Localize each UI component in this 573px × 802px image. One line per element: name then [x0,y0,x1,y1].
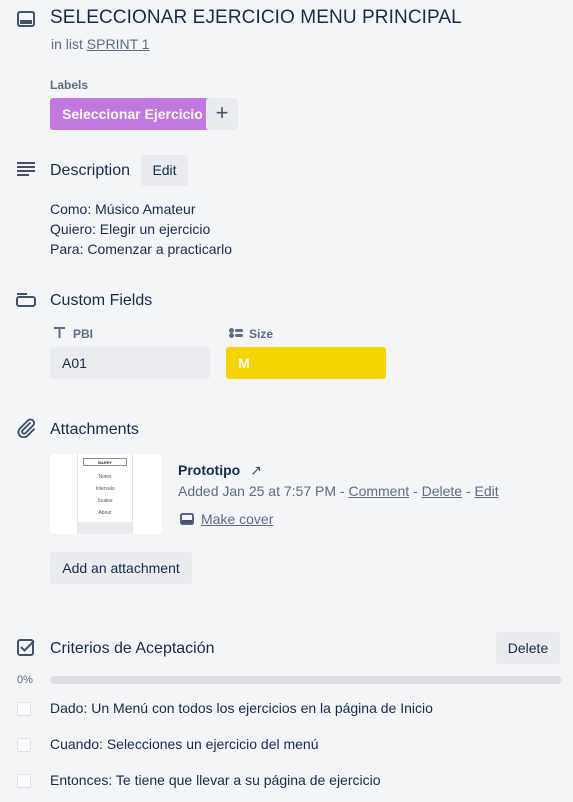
dropdown-field-icon [229,328,243,338]
labels-heading: Labels [50,78,89,92]
field-label-size: Size [249,327,274,341]
add-label-button[interactable]: + [206,98,238,130]
paperclip-icon [16,418,36,438]
thumbnail-header: BARRY [83,458,127,466]
meta-separator: - [413,483,418,499]
description-title: Description [50,162,131,179]
thumbnail-menu-item: About [98,510,112,516]
checklist-delete-button[interactable]: Delete [496,632,560,664]
field-value-size[interactable]: M [226,347,386,379]
label-chip-seleccionar-ejercicio[interactable]: Seleccionar Ejercicio [50,98,215,130]
description-edit-button[interactable]: Edit [141,155,188,186]
checklist-title: Criterios de Aceptación [50,640,215,657]
field-value-pbi[interactable]: A01 [50,347,210,379]
custom-fields-title: Custom Fields [50,292,153,309]
checklist-item-checkbox[interactable] [17,738,31,752]
thumbnail-footer [78,522,132,534]
make-cover-link[interactable]: Make cover [201,511,273,527]
in-list-prefix: in list [51,36,83,52]
attachment-name-text[interactable]: Prototipo [178,462,240,478]
card-icon [17,11,35,27]
thumbnail-menu-item: Intervals [95,486,115,492]
attachment-edit-link[interactable]: Edit [475,483,499,499]
attachment-delete-link[interactable]: Delete [422,483,462,499]
card-title[interactable]: SELECCIONAR EJERCICIO MENU PRINCIPAL [50,7,462,29]
checklist-progress-percent: 0% [17,674,33,686]
cover-icon[interactable] [180,513,194,525]
checklist-progress-bar [50,676,562,684]
field-label-pbi: PBI [73,327,94,341]
attachment-comment-link[interactable]: Comment [348,483,409,499]
text-field-icon [54,327,65,338]
attachment-name[interactable]: Prototipo ↗ [178,462,262,479]
checklist-item-checkbox[interactable] [17,702,31,716]
description-icon [17,162,35,176]
attachment-added: Added Jan 25 at 7:57 PM [178,483,336,499]
in-list-text: in list SPRINT 1 [51,36,150,52]
attachments-title: Attachments [50,421,139,438]
checklist-item-text[interactable]: Cuando: Selecciones un ejercicio del men… [50,736,319,752]
thumbnail-menu-item: Scales [97,498,113,504]
add-attachment-button[interactable]: Add an attachment [50,552,192,584]
external-link-icon[interactable]: ↗ [250,462,262,478]
attachment-thumbnail[interactable]: BARRY Notes Intervals Scales About [50,454,162,534]
meta-separator: - [339,483,345,499]
list-link[interactable]: SPRINT 1 [87,36,150,52]
thumbnail-menu-item: Notes [98,474,112,480]
description-line: Como: Músico Amateur [50,201,196,217]
checklist-item-text[interactable]: Entonces: Te tiene que llevar a su págin… [50,772,381,788]
checklist-item-checkbox[interactable] [17,774,31,788]
checklist-icon [17,639,35,657]
attachment-meta: Added Jan 25 at 7:57 PM - Comment - Dele… [178,483,499,499]
description-line: Quiero: Elegir un ejercicio [50,221,211,237]
custom-fields-icon [16,293,36,307]
thumbnail-phone: BARRY Notes Intervals Scales About [77,454,133,534]
meta-separator: - [465,483,471,499]
checklist-item-text[interactable]: Dado: Un Menú con todos los ejercicios e… [50,700,433,716]
description-line: Para: Comenzar a practicarlo [50,241,233,257]
